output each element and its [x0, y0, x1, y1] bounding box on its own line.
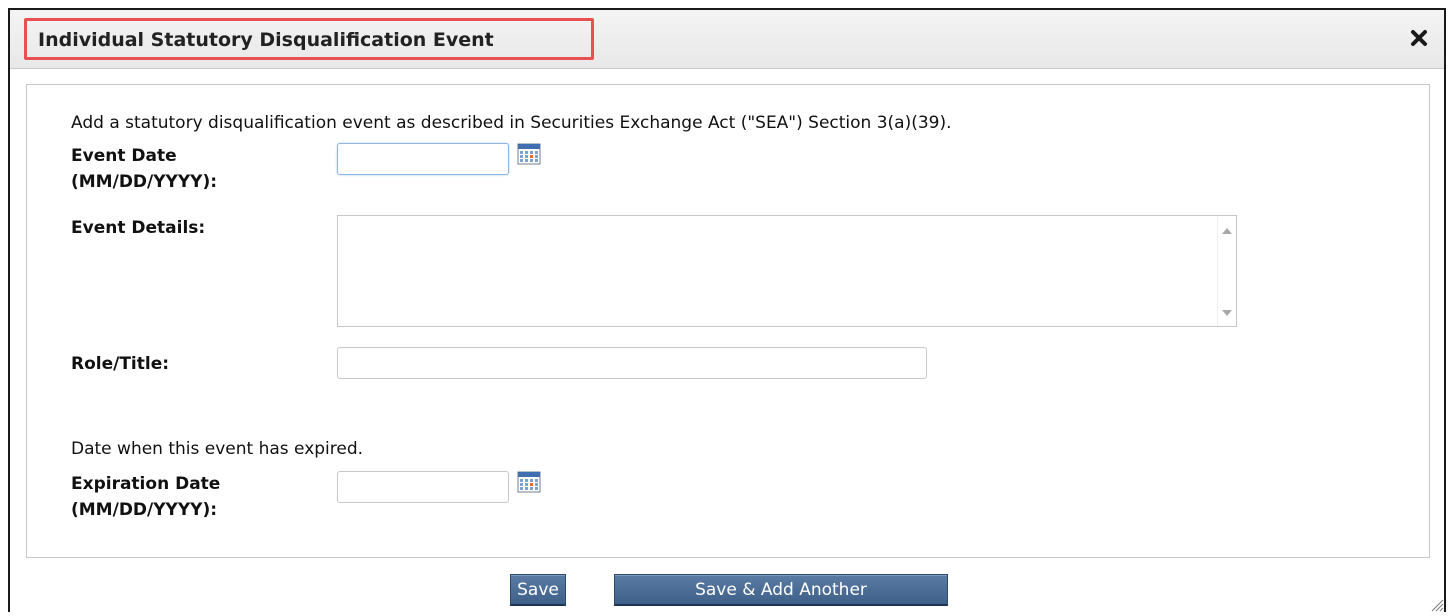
expiration-date-label-line2: (MM/DD/YYYY): [71, 500, 218, 520]
expiration-date-input[interactable] [337, 471, 509, 503]
event-details-scrollbar[interactable] [1217, 216, 1236, 326]
expiration-date-label-line1: Expiration Date [71, 474, 221, 494]
dialog-titlebar: Individual Statutory Disqualification Ev… [10, 10, 1444, 69]
save-add-another-button[interactable]: Save & Add Another [614, 574, 948, 606]
event-date-label-line2: (MM/DD/YYYY): [71, 172, 218, 192]
scroll-down-icon[interactable] [1222, 310, 1232, 316]
statutory-disqualification-dialog: Individual Statutory Disqualification Ev… [8, 8, 1446, 612]
scroll-up-icon[interactable] [1222, 228, 1232, 234]
role-title-input[interactable] [337, 347, 927, 379]
event-date-label: Event Date (MM/DD/YYYY): [71, 143, 217, 195]
save-button[interactable]: Save [510, 574, 566, 606]
form-panel: Add a statutory disqualification event a… [26, 84, 1430, 558]
event-details-box [337, 215, 1237, 327]
resize-grip-icon[interactable] [1428, 596, 1444, 612]
event-date-calendar-icon[interactable] [517, 143, 541, 165]
expired-note: Date when this event has expired. [71, 439, 364, 459]
expiration-date-label: Expiration Date (MM/DD/YYYY): [71, 471, 220, 523]
intro-text: Add a statutory disqualification event a… [71, 113, 952, 133]
close-icon[interactable] [1408, 27, 1430, 49]
button-row: Save Save & Add Another [10, 570, 1444, 610]
expiration-date-calendar-icon[interactable] [517, 471, 541, 493]
dialog-title: Individual Statutory Disqualification Ev… [38, 29, 494, 51]
event-date-label-line1: Event Date [71, 146, 177, 166]
event-details-label: Event Details: [71, 218, 206, 238]
role-title-label: Role/Title: [71, 354, 170, 374]
event-date-input[interactable] [337, 143, 509, 175]
event-details-textarea[interactable] [338, 216, 1218, 326]
